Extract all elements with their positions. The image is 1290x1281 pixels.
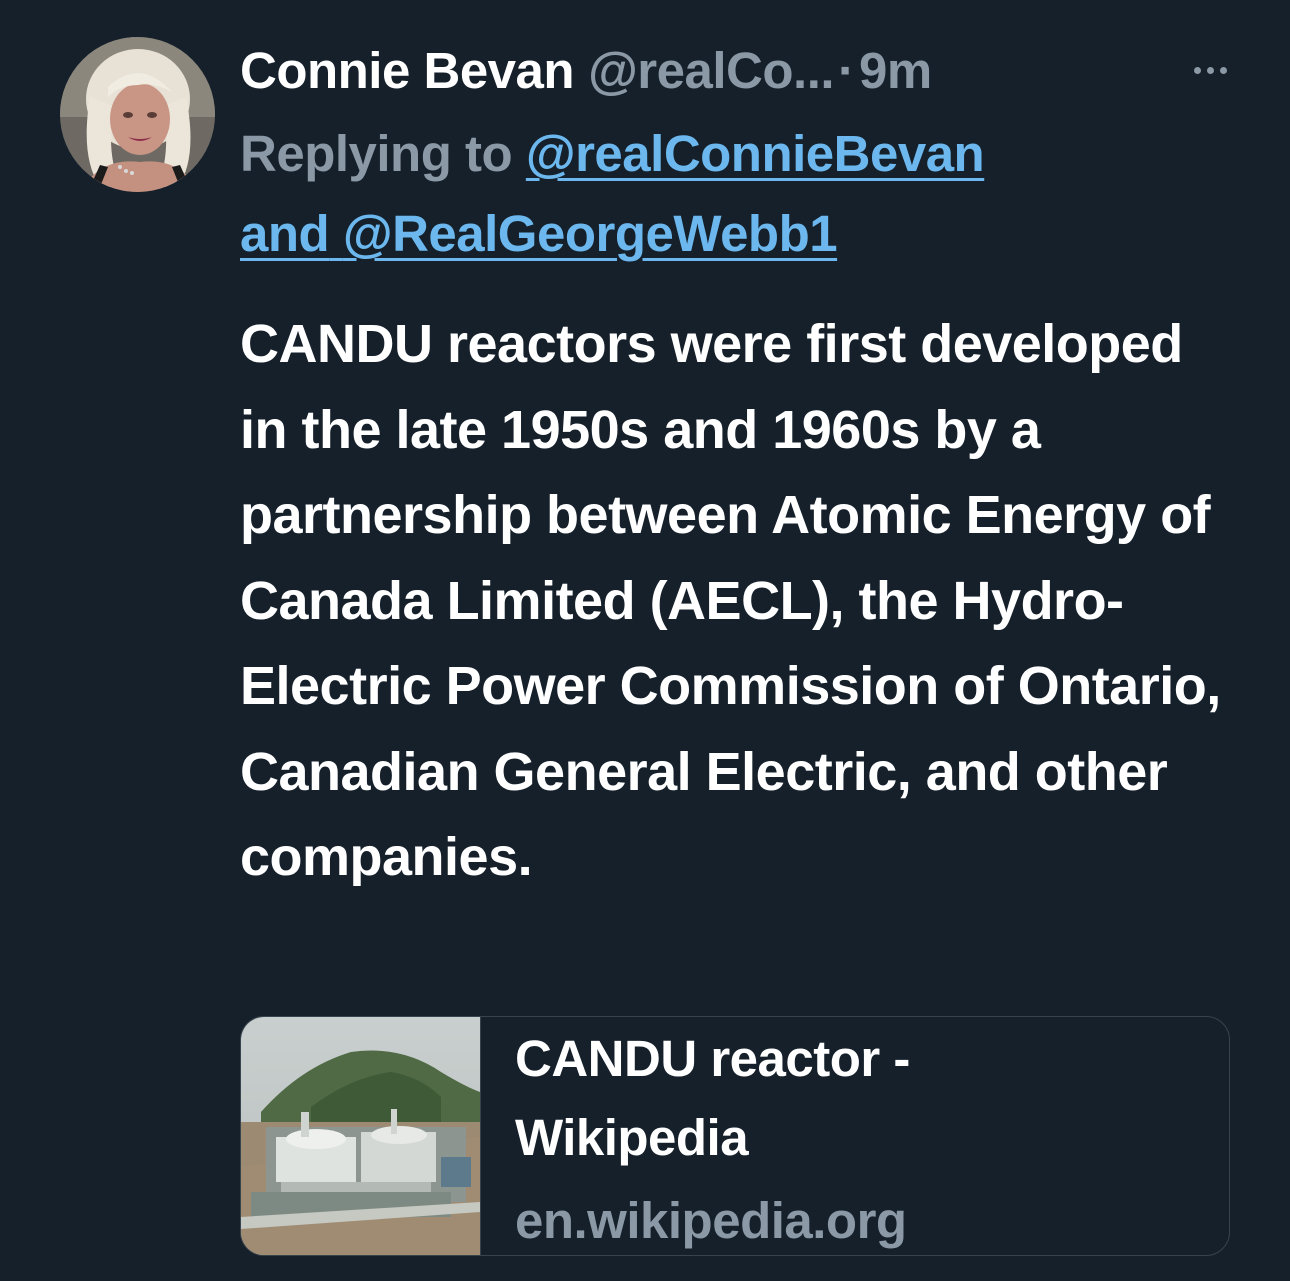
link-preview-card[interactable]: CANDU reactor - Wikipedia en.wikipedia.o… (240, 1016, 1230, 1256)
tweet-text: CANDU reactors were first developed in t… (240, 314, 1221, 887)
tweet-timestamp[interactable]: 9m (859, 41, 932, 100)
mention-link-1[interactable]: @realConnieBevan (526, 125, 985, 182)
tweet-header: Connie Bevan @realCo... · 9m (240, 30, 1240, 110)
replying-to-line: Replying to @realConnieBevan and @RealGe… (240, 114, 1240, 274)
author-display-name[interactable]: Connie Bevan (240, 41, 575, 100)
separator-dot: · (838, 41, 856, 99)
author-handle[interactable]: @realCo... (588, 41, 834, 100)
tweet-content: Connie Bevan @realCo... · 9m Replying to… (240, 30, 1240, 901)
card-thumbnail (241, 1017, 481, 1255)
tweet[interactable]: Connie Bevan @realCo... · 9m Replying to… (0, 0, 1290, 1281)
card-text: CANDU reactor - Wikipedia en.wikipedia.o… (481, 1017, 1135, 1255)
avatar[interactable] (60, 37, 215, 192)
more-options-icon[interactable] (1180, 52, 1240, 88)
avatar-photo-icon (60, 37, 215, 192)
replying-to-label: Replying to (240, 125, 513, 182)
mention-joiner[interactable]: and (240, 205, 330, 262)
card-title[interactable]: CANDU reactor - Wikipedia (515, 1019, 1135, 1177)
mention-link-2[interactable]: @RealGeorgeWebb1 (343, 205, 838, 262)
nuclear-plant-photo-icon (241, 1017, 480, 1255)
card-domain: en.wikipedia.org (515, 1192, 907, 1249)
